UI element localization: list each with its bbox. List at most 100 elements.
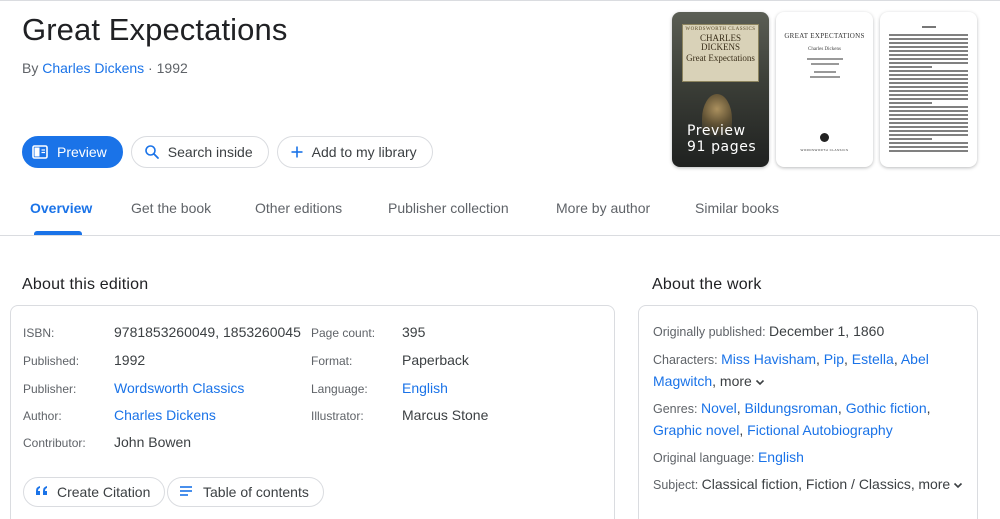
preview-label: Preview (57, 144, 107, 160)
title-page-fine-print (776, 58, 873, 78)
contributor-value: John Bowen (114, 434, 192, 450)
text-line (889, 74, 968, 76)
text-line (889, 150, 968, 152)
author-link[interactable]: Charles Dickens (42, 60, 144, 76)
genres-label: Genres: (653, 402, 698, 416)
original-language-link[interactable]: English (758, 449, 804, 465)
table-of-contents-label: Table of contents (203, 484, 309, 500)
original-language-label: Original language: (653, 451, 755, 465)
title-page-author: Charles Dickens (808, 47, 841, 52)
tab-similar-books[interactable]: Similar books (695, 200, 779, 216)
text-line (889, 106, 968, 108)
subject-value: Classical fiction, Fiction / Classics, (701, 476, 915, 492)
text-line (889, 138, 933, 140)
tab-more-by-author[interactable]: More by author (556, 200, 650, 216)
text-line (889, 70, 968, 72)
text-line (889, 118, 968, 120)
table-of-contents-button[interactable]: Table of contents (167, 477, 324, 507)
text-line (889, 142, 968, 144)
tab-other-editions[interactable]: Other editions (255, 200, 342, 216)
text-line (889, 78, 968, 80)
text-line (889, 114, 968, 116)
text-line (889, 62, 968, 64)
tab-publisher-collection[interactable]: Publisher collection (388, 200, 509, 216)
genre-link[interactable]: Novel (701, 400, 737, 416)
originally-published-label: Originally published: (653, 325, 766, 339)
text-line (889, 126, 968, 128)
format-value: Paperback (402, 352, 469, 368)
search-inside-label: Search inside (167, 144, 253, 160)
active-tab-indicator (34, 231, 82, 235)
original-language-row: Original language: English (653, 447, 971, 469)
text-page-thumbnail[interactable] (880, 12, 977, 167)
text-line (889, 90, 968, 92)
tab-overview[interactable]: Overview (30, 200, 92, 216)
create-citation-button[interactable]: Create Citation (23, 477, 166, 507)
cover-plate: WORDSWORTH CLASSICS CHARLES DICKENS Grea… (682, 24, 759, 82)
text-line (889, 122, 968, 124)
originally-published-row: Originally published: December 1, 1860 (653, 321, 971, 343)
characters-more-button[interactable]: more (720, 373, 766, 389)
characters-row: Characters: Miss Havisham, Pip, Estella,… (653, 351, 929, 389)
format-label: Format: (311, 354, 353, 368)
title-page-title: GREAT EXPECTATIONS (784, 32, 865, 40)
genre-link[interactable]: Gothic fiction (846, 400, 927, 416)
publish-year: 1992 (156, 60, 188, 76)
publisher-label: Publisher: (23, 382, 77, 396)
create-citation-label: Create Citation (57, 484, 151, 500)
section-tabs: Overview Get the book Other editions Pub… (0, 189, 1000, 236)
text-line (889, 50, 968, 52)
text-line (889, 54, 968, 56)
genre-link[interactable]: Fictional Autobiography (747, 422, 893, 438)
text-line (889, 34, 968, 36)
text-line (889, 110, 968, 112)
quote-icon (35, 484, 49, 500)
text-line (889, 82, 968, 84)
character-link[interactable]: Estella (852, 351, 894, 367)
illustrator-label: Illustrator: (311, 409, 364, 423)
genres-row: Genres: Novel, Bildungsroman, Gothic fic… (653, 400, 931, 438)
page-count-label: Page count: (311, 326, 376, 340)
character-link[interactable]: Miss Havisham (721, 351, 816, 367)
subject-more-button[interactable]: more (918, 476, 964, 492)
search-icon (144, 144, 160, 160)
preview-button[interactable]: Preview (22, 136, 123, 168)
published-label: Published: (23, 354, 80, 368)
illustrator-value: Marcus Stone (402, 407, 489, 423)
preview-overlay: Preview 91 pages (687, 123, 756, 155)
author-label: Author: (23, 409, 62, 423)
cover-author: CHARLES DICKENS (699, 33, 741, 52)
tab-get-the-book[interactable]: Get the book (131, 200, 211, 216)
language-label: Language: (311, 382, 368, 396)
text-line (889, 58, 968, 60)
publisher-link[interactable]: Wordsworth Classics (114, 380, 244, 396)
genre-link[interactable]: Graphic novel (653, 422, 739, 438)
genre-link[interactable]: Bildungsroman (745, 400, 838, 416)
by-prefix: By (22, 60, 39, 76)
text-line (889, 134, 968, 136)
title-page-publisher: WORDSWORTH CLASSICS (800, 148, 849, 152)
chevron-down-icon (954, 483, 963, 489)
about-work-heading: About the work (652, 276, 762, 293)
plus-icon (290, 145, 304, 159)
text-line (889, 46, 968, 48)
text-line (889, 98, 968, 100)
character-link[interactable]: Pip (824, 351, 844, 367)
subject-row: Subject: Classical fiction, Fiction / Cl… (653, 474, 971, 496)
add-to-library-label: Add to my library (311, 144, 417, 160)
add-to-library-button[interactable]: Add to my library (276, 136, 433, 168)
year-separator: · (144, 60, 157, 76)
language-link[interactable]: English (402, 380, 448, 396)
text-line (889, 66, 933, 68)
cover-thumbnail[interactable]: WORDSWORTH CLASSICS CHARLES DICKENS Grea… (672, 12, 769, 167)
text-page-lines (889, 34, 968, 152)
edition-author-link[interactable]: Charles Dickens (114, 407, 216, 423)
text-line (889, 38, 968, 40)
title-page-thumbnail[interactable]: GREAT EXPECTATIONS Charles Dickens WORDS… (776, 12, 873, 167)
contributor-label: Contributor: (23, 436, 86, 450)
book-open-icon (31, 143, 49, 161)
text-line (889, 42, 968, 44)
search-inside-button[interactable]: Search inside (130, 136, 269, 168)
publisher-logo-icon (820, 133, 829, 142)
text-line (889, 102, 933, 104)
